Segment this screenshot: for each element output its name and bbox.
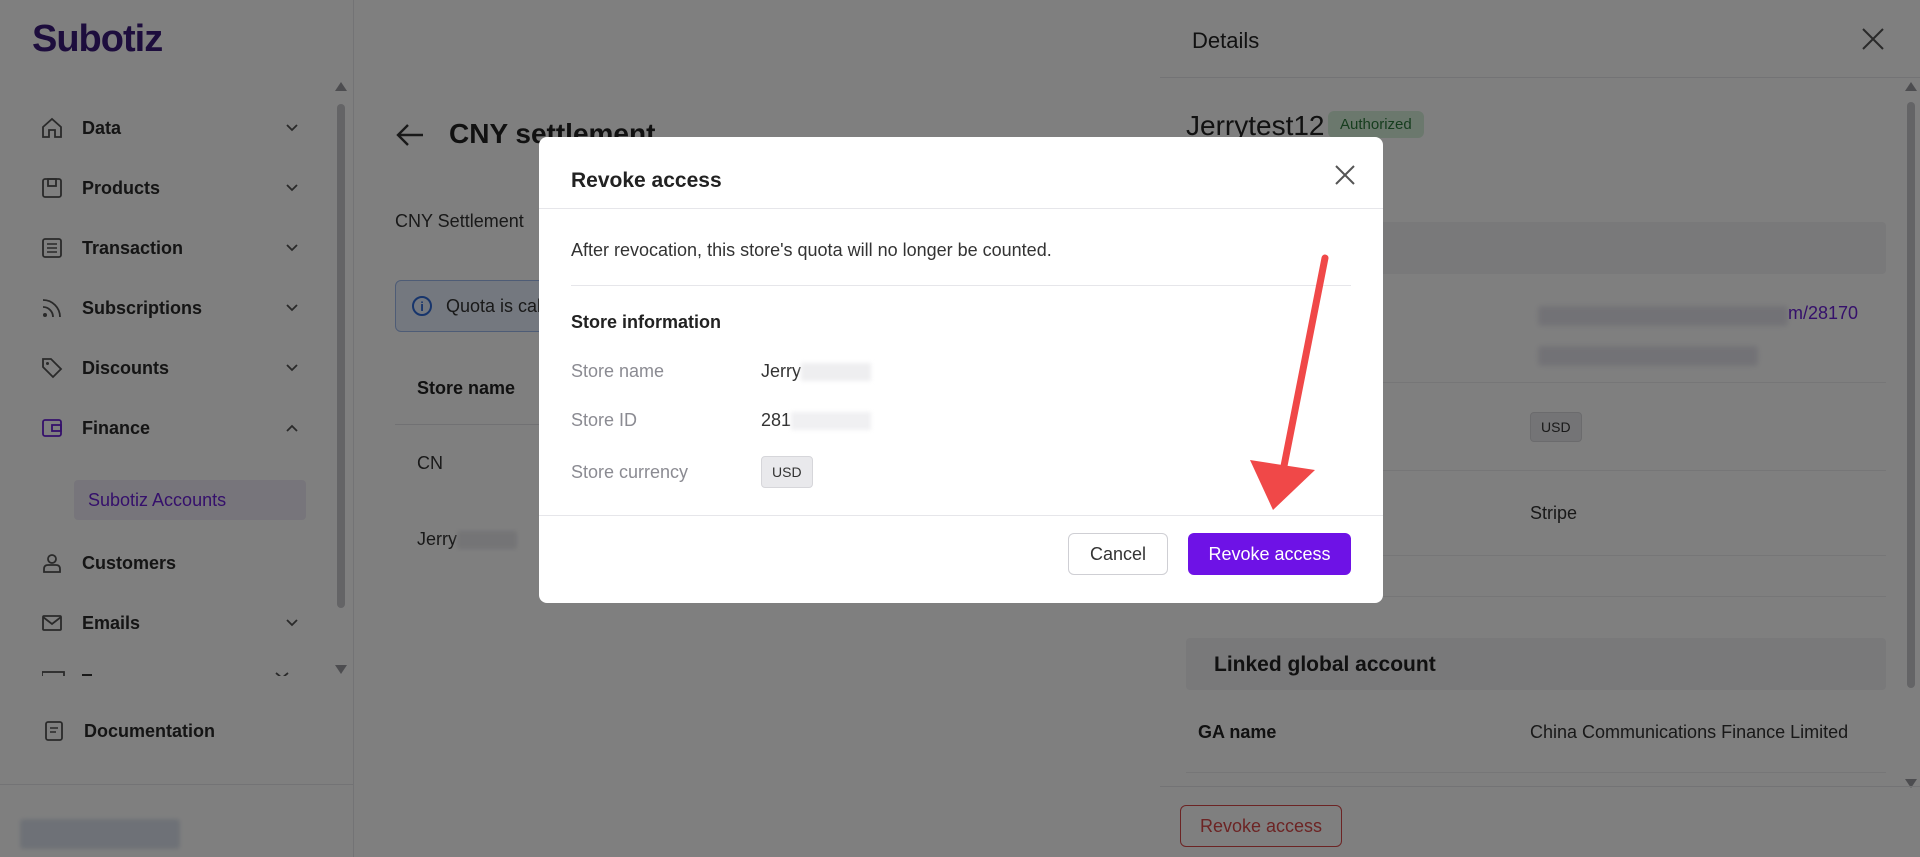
annotation-arrow-icon xyxy=(1250,254,1329,510)
dialog-description: After revocation, this store's quota wil… xyxy=(571,240,1052,260)
store-id-value: 281 xyxy=(761,410,872,431)
currency-tag: USD xyxy=(761,456,813,488)
store-information-heading: Store information xyxy=(571,312,722,332)
redacted-block xyxy=(791,412,872,431)
store-currency-label: Store currency xyxy=(571,462,689,482)
store-id-label: Store ID xyxy=(571,410,638,430)
cancel-button[interactable]: Cancel xyxy=(1068,533,1168,575)
store-name-label: Store name xyxy=(571,361,665,381)
close-icon[interactable] xyxy=(1333,163,1357,187)
store-id-text: 281 xyxy=(761,410,792,430)
store-name-text: Jerry xyxy=(761,361,801,381)
redacted-block xyxy=(801,363,871,382)
confirm-revoke-button[interactable]: Revoke access xyxy=(1188,533,1351,575)
store-name-value: Jerry xyxy=(761,361,871,382)
divider xyxy=(571,285,1351,286)
dialog-title: Revoke access xyxy=(571,169,722,192)
dialog-header: Revoke access xyxy=(539,137,1383,209)
